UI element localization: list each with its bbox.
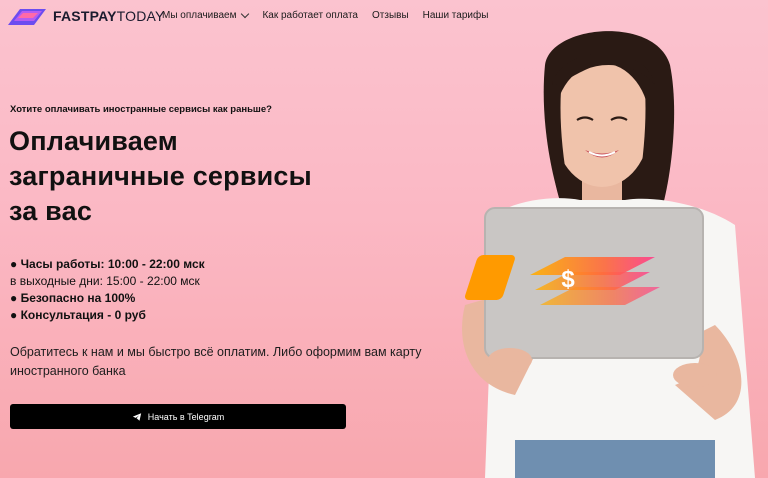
nav-item-label: Наши тарифы: [422, 10, 489, 21]
nav-item-label: Как работает оплата: [262, 10, 358, 21]
telegram-icon: [132, 412, 141, 421]
nav-item-how-it-works[interactable]: Как работает оплата: [262, 10, 358, 21]
cta-label: Начать в Telegram: [147, 411, 225, 422]
dollar-sticker-icon: $: [465, 255, 660, 305]
hero-description: Обратитесь к нам и мы быстро всё оплатим…: [10, 345, 422, 378]
start-telegram-button[interactable]: Начать в Telegram: [10, 404, 346, 429]
hero-woman-with-laptop-image: $: [462, 31, 755, 478]
logo-mark-icon: [8, 9, 46, 25]
main-nav: Мы оплачиваем Как работает оплата Отзывы…: [162, 9, 502, 21]
feature-safety: ● Безопасно на 100%: [10, 291, 136, 305]
brand-name: FASTPAYTODAY: [53, 8, 165, 24]
features-list: ● Часы работы: 10:00 - 22:00 мск в выход…: [10, 256, 205, 324]
feature-weekend-hours: в выходные дни: 15:00 - 22:00 мск: [10, 274, 200, 288]
chevron-down-icon: [241, 9, 250, 19]
feature-working-hours: ● Часы работы: 10:00 - 22:00 мск: [10, 257, 205, 271]
nav-item-pricing[interactable]: Наши тарифы: [423, 10, 489, 21]
feature-consultation: ● Консультация - 0 руб: [10, 308, 146, 322]
sticker-dollar-sign: $: [561, 266, 575, 293]
hero-title-line: заграничные сервисы: [9, 161, 312, 191]
nav-item-reviews[interactable]: Отзывы: [372, 10, 409, 21]
hero-title: Оплачиваем заграничные сервисы за вас: [9, 124, 369, 229]
hero-title-line: за вас: [9, 196, 93, 226]
brand-logo[interactable]: FASTPAYTODAY: [6, 5, 165, 27]
hero-subtitle: Хотите оплачивать иностранные сервисы ка…: [10, 104, 272, 115]
hero-title-line: Оплачиваем: [9, 126, 178, 156]
nav-item-label: Мы оплачиваем: [162, 10, 237, 21]
nav-item-label: Отзывы: [372, 10, 409, 21]
nav-item-we-pay[interactable]: Мы оплачиваем: [162, 9, 250, 21]
